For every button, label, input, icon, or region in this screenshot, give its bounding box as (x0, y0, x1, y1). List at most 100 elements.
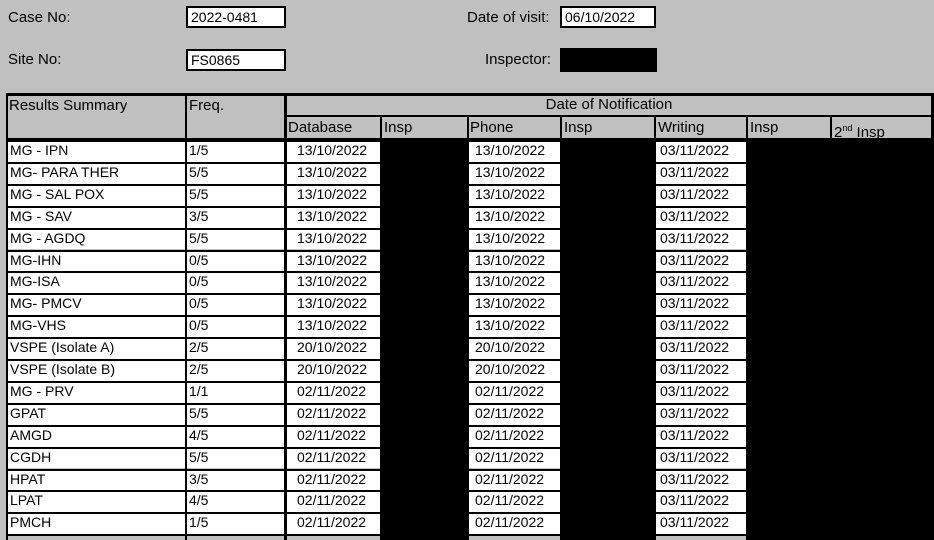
writing-date-cell: 03/11/2022 (656, 229, 746, 250)
freq-cell: 4/5 (187, 426, 285, 447)
writing-date-cell: 03/11/2022 (656, 448, 746, 469)
freq-cell: 0/5 (187, 273, 285, 294)
phone-date-cell: 13/10/2022 (469, 142, 560, 162)
phone-date-cell: 02/11/2022 (469, 426, 560, 447)
writing-date-cell: 03/11/2022 (656, 163, 746, 184)
date-of-visit-field[interactable]: 06/10/2022 (560, 6, 656, 28)
result-name-cell: MG - PRV (8, 382, 185, 403)
date-of-visit-label: Date of visit: (467, 9, 550, 26)
inspector-redacted-field (560, 48, 657, 72)
phone-date-cell: 13/10/2022 (469, 317, 560, 338)
phone-date-cell: 02/11/2022 (469, 382, 560, 403)
database-date-cell: 02/11/2022 (287, 426, 380, 447)
phone-date-cell: 20/10/2022 (469, 339, 560, 359)
insp-subheader-1: Insp (384, 119, 413, 136)
insp-subheader-3: Insp (750, 119, 779, 136)
writing-date-cell: 03/11/2022 (656, 361, 746, 381)
freq-cell: 0/5 (187, 295, 285, 316)
writing-subheader: Writing (658, 119, 705, 136)
result-name-cell: VSPE (Isolate B) (8, 361, 185, 381)
phone-subheader: Phone (470, 119, 514, 136)
database-date-cell: 13/10/2022 (287, 142, 380, 162)
database-date-cell: 20/10/2022 (287, 361, 380, 381)
freq-cell: 3/5 (187, 470, 285, 491)
result-name-cell: MG - SAL POX (8, 185, 185, 206)
database-date-cell: 13/10/2022 (287, 163, 380, 184)
result-name-cell: MG - AGDQ (8, 229, 185, 250)
writing-date-cell: 03/11/2022 (656, 514, 746, 535)
writing-date-cell: 03/11/2022 (656, 470, 746, 491)
database-subheader: Database (288, 119, 353, 136)
writing-date-cell: 03/11/2022 (656, 185, 746, 206)
writing-date-cell: 03/11/2022 (656, 339, 746, 359)
database-date-cell: 02/11/2022 (287, 514, 380, 535)
result-name-cell: MG-IHN (8, 251, 185, 272)
result-name-cell: MG - SAV (8, 207, 185, 228)
phone-date-cell: 02/11/2022 (469, 404, 560, 425)
result-name-cell: HPAT (8, 470, 185, 491)
freq-cell: 2/5 (187, 339, 285, 359)
freq-cell: 5/5 (187, 404, 285, 425)
phone-date-cell: 13/10/2022 (469, 207, 560, 228)
writing-date-cell: 03/11/2022 (656, 492, 746, 513)
writing-date-cell: 03/11/2022 (656, 317, 746, 338)
writing-date-cell: 03/11/2022 (656, 426, 746, 447)
database-date-cell: 13/10/2022 (287, 251, 380, 272)
writing-date-cell: 03/11/2022 (656, 251, 746, 272)
result-name-cell: GPAT (8, 404, 185, 425)
inspector-label: Inspector: (485, 51, 551, 68)
database-date-cell: 13/10/2022 (287, 185, 380, 206)
site-no-label: Site No: (8, 51, 62, 68)
result-name-cell: VSPE (Isolate A) (8, 339, 185, 359)
freq-cell: 5/5 (187, 229, 285, 250)
phone-date-cell: 13/10/2022 (469, 251, 560, 272)
writing-date-cell: 03/11/2022 (656, 404, 746, 425)
freq-cell: 4/5 (187, 492, 285, 513)
database-date-cell: 13/10/2022 (287, 295, 380, 316)
database-date-cell: 02/11/2022 (287, 382, 380, 403)
insp-subheader-2: Insp (564, 119, 593, 136)
writing-date-cell: 03/11/2022 (656, 142, 746, 162)
database-date-cell: 13/10/2022 (287, 273, 380, 294)
database-date-cell: 02/11/2022 (287, 404, 380, 425)
result-name-cell: PMCH (8, 514, 185, 535)
freq-cell: 1/5 (187, 514, 285, 535)
freq-cell: 5/5 (187, 185, 285, 206)
result-name-cell: MG - IPN (8, 142, 185, 162)
case-no-field[interactable]: 2022-0481 (186, 6, 286, 28)
results-table: Results Summary Freq. Date of Notificati… (0, 93, 934, 540)
results-summary-header: Results Summary (9, 97, 128, 114)
date-of-notification-header: Date of Notification (545, 96, 673, 113)
phone-date-cell: 20/10/2022 (469, 361, 560, 381)
freq-cell: 0/5 (187, 251, 285, 272)
result-name-cell: MG- PMCV (8, 295, 185, 316)
freq-cell: 5/5 (187, 163, 285, 184)
freq-cell: 0/5 (187, 317, 285, 338)
site-no-field[interactable]: FS0865 (186, 49, 286, 71)
result-name-cell: LPAT (8, 492, 185, 513)
writing-date-cell: 03/11/2022 (656, 295, 746, 316)
phone-date-cell: 02/11/2022 (469, 470, 560, 491)
database-date-cell: 02/11/2022 (287, 470, 380, 491)
database-date-cell: 13/10/2022 (287, 317, 380, 338)
freq-cell: 3/5 (187, 207, 285, 228)
phone-date-cell: 02/11/2022 (469, 514, 560, 535)
database-date-cell: 13/10/2022 (287, 229, 380, 250)
database-date-cell: 02/11/2022 (287, 492, 380, 513)
result-name-cell: MG- PARA THER (8, 163, 185, 184)
phone-date-cell: 02/11/2022 (469, 448, 560, 469)
database-date-cell: 13/10/2022 (287, 207, 380, 228)
phone-date-cell: 13/10/2022 (469, 295, 560, 316)
freq-header: Freq. (189, 97, 225, 114)
phone-date-cell: 13/10/2022 (469, 163, 560, 184)
writing-date-cell: 03/11/2022 (656, 207, 746, 228)
freq-cell: 5/5 (187, 448, 285, 469)
writing-date-cell: 03/11/2022 (656, 382, 746, 403)
freq-cell: 1/5 (187, 142, 285, 162)
result-name-cell: MG-ISA (8, 273, 185, 294)
case-no-label: Case No: (8, 9, 71, 26)
phone-date-cell: 13/10/2022 (469, 229, 560, 250)
database-date-cell: 20/10/2022 (287, 339, 380, 359)
writing-date-cell: 03/11/2022 (656, 273, 746, 294)
freq-cell: 1/1 (187, 382, 285, 403)
